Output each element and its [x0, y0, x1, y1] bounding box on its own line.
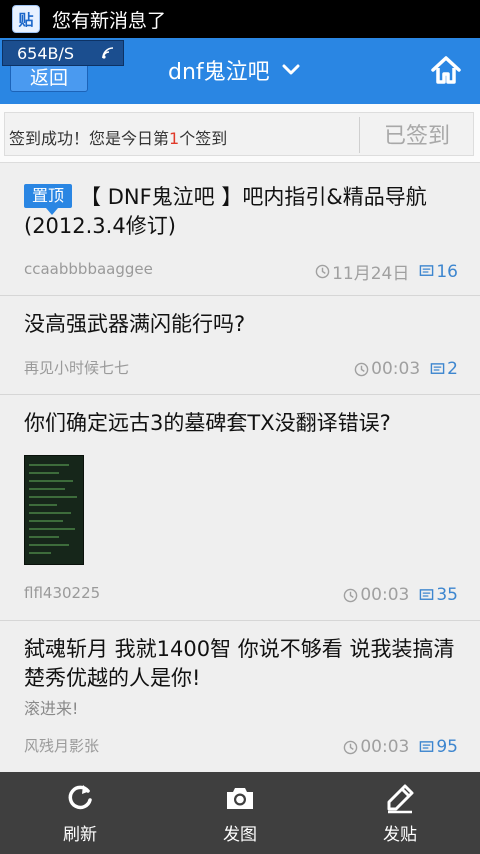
signin-panel: 签到成功！您是今日第1个签到 已签到 — [4, 112, 474, 156]
list-item[interactable]: 弑魂斩月 我就1400智 你说不够看 说我装搞清楚秀优越的人是你! 滚进来! 风… — [0, 621, 480, 772]
signin-bar: 签到成功！您是今日第1个签到 已签到 — [0, 104, 480, 163]
reply-count: 95 — [436, 737, 458, 757]
post-replies: 35 — [419, 585, 458, 605]
new-post-label: 发贴 — [383, 824, 417, 845]
post-meta: 00:03 35 — [343, 585, 458, 605]
clock-icon — [354, 362, 369, 376]
list-item[interactable]: 置顶【 DNF鬼泣吧 】吧内指引&精品导航(2012.3.4修订) ccaabb… — [0, 163, 480, 296]
comment-icon — [420, 265, 434, 276]
post-time-text: 00:03 — [371, 359, 421, 379]
signin-message: 签到成功！您是今日第1个签到 — [9, 125, 227, 149]
signin-rank: 1 — [169, 129, 180, 148]
signin-text-prefix: 签到成功！您是今日第 — [9, 129, 170, 148]
post-photo-button[interactable]: 发图 — [160, 772, 320, 854]
post-thumbnail[interactable] — [24, 455, 84, 565]
reply-count: 16 — [436, 261, 458, 282]
post-time: 00:03 — [354, 359, 420, 379]
network-speed-text: 654B/S — [17, 43, 75, 63]
forum-title: dnf鬼泣吧 — [168, 60, 270, 85]
post-time-text: 00:03 — [360, 585, 410, 605]
pinned-badge: 置顶 — [24, 184, 73, 215]
network-speed-badge: 654B/S — [2, 40, 124, 66]
tieba-notification-icon: 贴 — [12, 5, 40, 33]
new-post-button[interactable]: 发贴 — [320, 772, 480, 854]
divider — [359, 117, 360, 153]
list-item[interactable]: 你们确定远古3的墓碑套TX没翻译错误? flfl430225 00:03 35 — [0, 395, 480, 621]
reply-count: 2 — [447, 359, 458, 379]
post-author: ccaabbbbaaggee — [24, 260, 153, 278]
pencil-icon — [387, 784, 414, 813]
reply-count: 35 — [436, 585, 458, 605]
forum-title-dropdown[interactable]: dnf鬼泣吧 — [168, 50, 300, 90]
post-time-text: 11月24日 — [332, 264, 410, 284]
clock-icon — [344, 740, 358, 754]
comment-icon — [420, 588, 434, 600]
comment-icon — [420, 740, 434, 752]
post-replies: 2 — [430, 359, 458, 379]
comment-icon — [430, 362, 445, 374]
post-meta: 00:03 95 — [343, 737, 458, 757]
bottom-toolbar: 刷新 发图 发贴 — [0, 772, 480, 854]
clock-icon — [315, 264, 330, 279]
post-replies: 16 — [419, 262, 458, 282]
chevron-down-icon — [282, 64, 300, 75]
post-title: 你们确定远古3的墓碑套TX没翻译错误? — [24, 411, 391, 435]
post-time: 00:03 — [343, 737, 409, 757]
notification-text: 您有新消息了 — [52, 9, 167, 32]
post-title: 弑魂斩月 我就1400智 你说不够看 说我装搞清楚秀优越的人是你! — [24, 637, 455, 690]
post-meta: 00:03 2 — [354, 359, 458, 379]
post-author: flfl430225 — [24, 584, 101, 602]
refresh-button[interactable]: 刷新 — [0, 772, 160, 854]
post-replies: 95 — [419, 737, 458, 757]
post-time-text: 00:03 — [360, 737, 410, 757]
refresh-icon — [68, 784, 92, 809]
post-meta: 11月24日 16 — [315, 259, 458, 284]
clock-icon — [344, 588, 358, 602]
signed-in-button[interactable]: 已签到 — [361, 113, 473, 155]
app-header: 返回 654B/S dnf鬼泣吧 — [0, 38, 480, 104]
post-excerpt: 滚进来! — [24, 699, 79, 718]
post-time: 00:03 — [343, 585, 409, 605]
post-time: 11月24日 — [315, 259, 409, 284]
wifi-icon — [102, 47, 114, 59]
post-title: 【 DNF鬼泣吧 】吧内指引&精品导航(2012.3.4修订) — [24, 185, 427, 238]
status-bar: 贴 您有新消息了 — [0, 0, 480, 38]
post-title-line: 置顶【 DNF鬼泣吧 】吧内指引&精品导航(2012.3.4修订) — [24, 183, 460, 241]
camera-icon — [227, 787, 253, 809]
signin-text-suffix: 个签到 — [179, 129, 228, 148]
list-item[interactable]: 没高强武器满闪能行吗? 再见小时候七七 00:03 2 — [0, 296, 480, 395]
post-author: 风残月影张 — [24, 737, 100, 755]
post-title: 没高强武器满闪能行吗? — [24, 312, 246, 336]
post-author: 再见小时候七七 — [24, 359, 130, 377]
home-icon[interactable] — [430, 54, 462, 86]
refresh-label: 刷新 — [63, 824, 97, 845]
post-photo-label: 发图 — [223, 824, 257, 845]
